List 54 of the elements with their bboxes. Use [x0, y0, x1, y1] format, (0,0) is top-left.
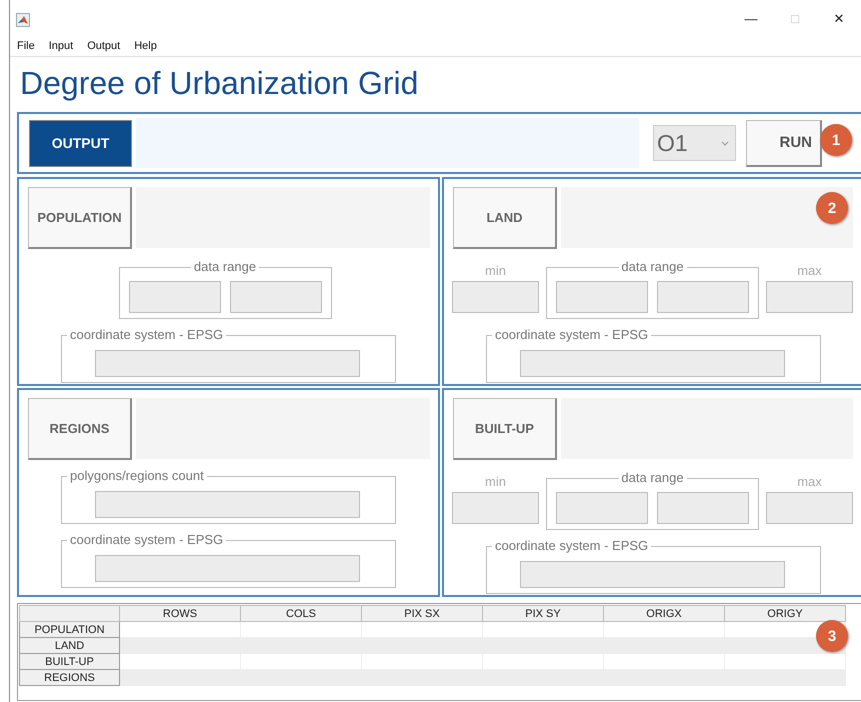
window-control[interactable]: —: [729, 10, 773, 26]
row-header: LAND: [20, 638, 120, 654]
range-field[interactable]: [556, 281, 648, 313]
range-field[interactable]: [230, 281, 322, 313]
group-label: data range: [618, 259, 687, 275]
value-field[interactable]: [95, 555, 360, 582]
menu-item[interactable]: Output: [87, 40, 120, 52]
value-field[interactable]: [95, 491, 360, 518]
load-button[interactable]: POPULATION: [28, 187, 132, 249]
range-field[interactable]: [128, 281, 220, 313]
min-field[interactable]: [452, 492, 539, 524]
callout-badge: 1: [820, 124, 852, 156]
group-label: coordinate system - EPSG: [492, 538, 652, 554]
output-dropdown[interactable]: O1: [652, 125, 736, 161]
max-label: max: [797, 474, 822, 489]
max-field[interactable]: [766, 492, 853, 524]
value-field[interactable]: [95, 350, 360, 377]
column-header: COLS: [240, 606, 362, 622]
max-field[interactable]: [766, 281, 853, 313]
range-field[interactable]: [556, 492, 648, 524]
menu-item[interactable]: Help: [134, 40, 157, 52]
group-label: coordinate system - EPSG: [67, 532, 226, 548]
group-label: coordinate system - EPSG: [67, 327, 226, 343]
app-logo-icon: [16, 13, 30, 27]
menu-item[interactable]: File: [17, 40, 35, 52]
window-control[interactable]: ✕: [817, 10, 861, 26]
run-button[interactable]: RUN: [746, 120, 822, 166]
column-header: PIX SY: [482, 606, 604, 622]
group-label: data range: [618, 470, 687, 486]
min-field[interactable]: [452, 281, 539, 313]
range-field[interactable]: [657, 281, 749, 313]
min-label: min: [485, 474, 506, 489]
range-field[interactable]: [657, 492, 749, 524]
file-path-field[interactable]: [561, 187, 853, 248]
row-header: BUILT-UP: [20, 654, 120, 670]
column-header: PIX SX: [362, 606, 482, 622]
column-header: ORIGY: [724, 606, 846, 622]
load-button[interactable]: REGIONS: [28, 398, 132, 460]
load-button[interactable]: BUILT-UP: [453, 398, 557, 460]
row-header: POPULATION: [20, 622, 120, 638]
load-button[interactable]: LAND: [453, 187, 557, 249]
value-field[interactable]: [520, 561, 785, 588]
app-title: Degree of Urbanization Grid: [20, 64, 420, 103]
group-label: polygons/regions count: [67, 468, 207, 484]
row-header: REGIONS: [20, 670, 120, 686]
group-label: coordinate system - EPSG: [492, 327, 652, 343]
column-header: ORIGX: [604, 606, 724, 622]
value-field[interactable]: [520, 350, 785, 377]
menu-item[interactable]: Input: [48, 40, 74, 52]
output-button[interactable]: OUTPUT: [29, 120, 132, 166]
column-header: ROWS: [120, 606, 240, 622]
max-label: max: [797, 263, 822, 278]
min-label: min: [485, 263, 506, 278]
group-label: data range: [190, 259, 260, 275]
